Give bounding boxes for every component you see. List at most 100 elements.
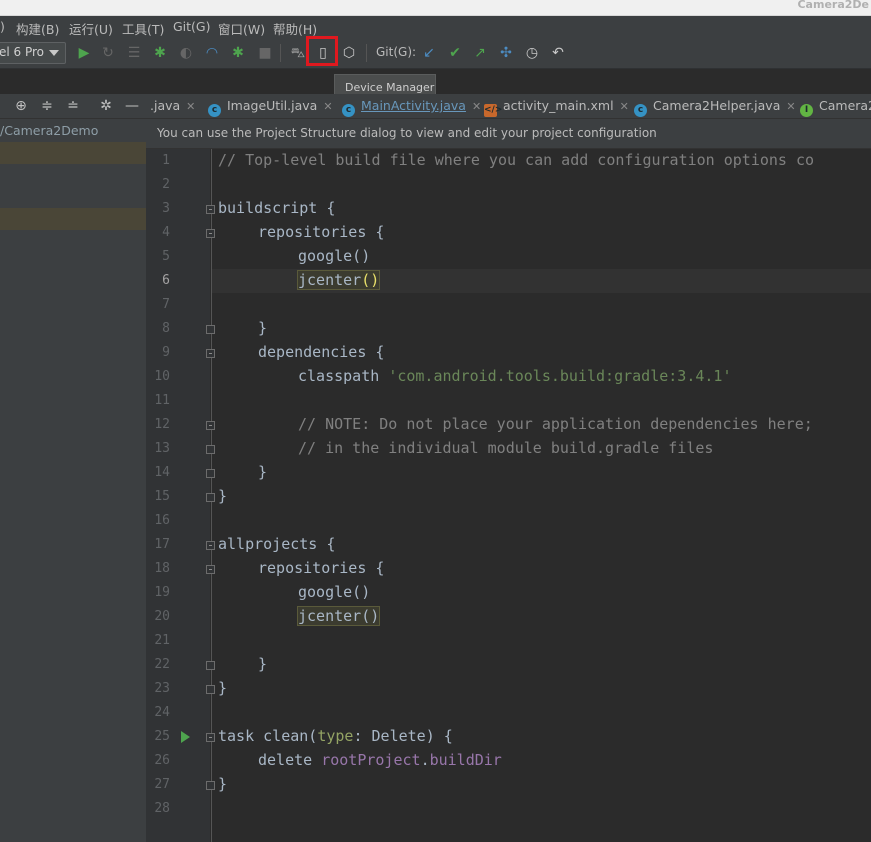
close-icon[interactable]: ✕ bbox=[323, 100, 332, 113]
code-line[interactable]: } bbox=[258, 463, 267, 481]
code-line[interactable]: } bbox=[218, 775, 227, 793]
tab-mainactivity[interactable]: c MainActivity.java ✕ bbox=[342, 98, 481, 117]
code-line[interactable]: jcenter() bbox=[296, 270, 381, 290]
line-number: 3 bbox=[162, 201, 170, 216]
menu-item-partial[interactable]: ) bbox=[0, 19, 5, 34]
line-number: 17 bbox=[154, 537, 170, 552]
code-line[interactable]: // Top-level build file where you can ad… bbox=[218, 151, 814, 169]
code-line[interactable]: } bbox=[218, 487, 227, 505]
debug-icon[interactable]: ✱ bbox=[152, 45, 168, 61]
run-gutter-icon[interactable] bbox=[181, 731, 190, 743]
line-number: 14 bbox=[154, 465, 170, 480]
code-line[interactable]: } bbox=[258, 655, 267, 673]
fold-icon[interactable] bbox=[206, 349, 215, 358]
git-compare-icon[interactable]: ✣ bbox=[498, 45, 514, 61]
apply-changes-icon[interactable]: ✱ bbox=[230, 45, 246, 61]
sync-icon[interactable]: ⛍ bbox=[290, 45, 306, 61]
tab-label: .java bbox=[150, 98, 181, 113]
tab-imageutil[interactable]: c ImageUtil.java ✕ bbox=[208, 98, 333, 117]
git-update-icon[interactable]: ↙ bbox=[421, 45, 437, 61]
code-token: 'com.android.tools.build:gradle:3.4.1' bbox=[388, 367, 732, 385]
title-bar: Camera2De bbox=[0, 0, 871, 16]
line-number: 19 bbox=[154, 585, 170, 600]
minimize-icon[interactable]: — bbox=[124, 98, 140, 114]
attach-icon[interactable]: ◠ bbox=[204, 45, 220, 61]
profile-icon[interactable]: ◐ bbox=[178, 45, 194, 61]
git-push-icon[interactable]: ↗ bbox=[472, 45, 488, 61]
code-token: ) bbox=[370, 271, 380, 289]
menu-item-window[interactable]: 窗口(W) bbox=[218, 19, 265, 38]
menu-item-git[interactable]: Git(G) bbox=[173, 19, 211, 34]
code-line[interactable]: buildscript { bbox=[218, 199, 335, 217]
code-line[interactable]: repositories { bbox=[258, 223, 384, 241]
git-rollback-icon[interactable]: ↶ bbox=[550, 45, 566, 61]
project-tree-row[interactable] bbox=[0, 208, 146, 230]
project-tree-row[interactable] bbox=[0, 142, 146, 164]
tab-activity-main[interactable]: </>activity_main.xml ✕ bbox=[484, 98, 629, 117]
fold-icon[interactable] bbox=[206, 781, 215, 790]
fold-icon[interactable] bbox=[206, 565, 215, 574]
tab-label: activity_main.xml bbox=[503, 98, 614, 113]
code-line[interactable]: allprojects { bbox=[218, 535, 335, 553]
toolbar-divider bbox=[366, 44, 367, 62]
fold-icon[interactable] bbox=[206, 493, 215, 502]
fold-icon[interactable] bbox=[206, 685, 215, 694]
tab-camera2helper[interactable]: c Camera2Helper.java ✕ bbox=[634, 98, 796, 117]
code-line[interactable]: classpath 'com.android.tools.build:gradl… bbox=[298, 367, 731, 385]
code-line[interactable]: dependencies { bbox=[258, 343, 384, 361]
run-icon[interactable]: ▶ bbox=[76, 45, 92, 61]
code-line[interactable]: } bbox=[258, 319, 267, 337]
tab-camera2[interactable]: I Camera2 bbox=[800, 98, 871, 117]
code-line[interactable]: google() bbox=[298, 583, 370, 601]
line-number: 28 bbox=[154, 801, 170, 816]
fold-icon[interactable] bbox=[206, 325, 215, 334]
sdk-manager-icon[interactable]: ⬡ bbox=[341, 45, 357, 61]
expand-all-icon[interactable]: ≑ bbox=[39, 98, 55, 114]
code-line[interactable]: jcenter() bbox=[296, 606, 381, 626]
line-number: 15 bbox=[154, 489, 170, 504]
menu-item-tools[interactable]: 工具(T) bbox=[122, 19, 164, 38]
notification-text[interactable]: You can use the Project Structure dialog… bbox=[157, 126, 657, 140]
close-icon[interactable]: ✕ bbox=[186, 100, 195, 113]
line-number: 4 bbox=[162, 225, 170, 240]
line-number: 13 bbox=[154, 441, 170, 456]
code-line[interactable]: task clean(type: Delete) { bbox=[218, 727, 453, 745]
git-history-icon[interactable]: ◷ bbox=[524, 45, 540, 61]
line-number: 26 bbox=[154, 753, 170, 768]
git-commit-icon[interactable]: ✔ bbox=[447, 45, 463, 61]
fold-icon[interactable] bbox=[206, 445, 215, 454]
rerun-icon[interactable]: ↻ bbox=[100, 45, 116, 61]
coverage-icon[interactable]: ☰ bbox=[126, 45, 142, 61]
fold-icon[interactable] bbox=[206, 229, 215, 238]
line-number: 9 bbox=[162, 345, 170, 360]
fold-icon[interactable] bbox=[206, 661, 215, 670]
device-selector[interactable]: el 6 Pro bbox=[0, 42, 66, 64]
close-icon[interactable]: ✕ bbox=[472, 100, 481, 113]
tab-label: MainActivity.java bbox=[361, 98, 466, 113]
close-icon[interactable]: ✕ bbox=[620, 100, 629, 113]
code-token: ( bbox=[361, 271, 371, 289]
code-token: type bbox=[317, 727, 354, 745]
code-token: rootProject bbox=[321, 751, 421, 769]
fold-icon[interactable] bbox=[206, 469, 215, 478]
locate-icon[interactable]: ⊕ bbox=[13, 98, 29, 114]
menu-item-run[interactable]: 运行(U) bbox=[69, 19, 113, 38]
main-toolbar: el 6 Pro ▶ ↻ ☰ ✱ ◐ ◠ ✱ ■ ⛍ ▯ ⬡ Git(G): ↙… bbox=[0, 38, 871, 69]
gear-icon[interactable]: ✲ bbox=[98, 98, 114, 114]
code-line[interactable]: } bbox=[218, 679, 227, 697]
stop-icon[interactable]: ■ bbox=[257, 45, 273, 61]
code-line[interactable]: repositories { bbox=[258, 559, 384, 577]
code-line[interactable]: // NOTE: Do not place your application d… bbox=[298, 415, 813, 433]
fold-icon[interactable] bbox=[206, 205, 215, 214]
collapse-all-icon[interactable]: ≐ bbox=[65, 98, 81, 114]
code-line[interactable]: // in the individual module build.gradle… bbox=[298, 439, 713, 457]
menu-item-build[interactable]: 构建(B) bbox=[16, 19, 59, 38]
code-token: task clean( bbox=[218, 727, 318, 745]
code-line[interactable]: google() bbox=[298, 247, 370, 265]
tab-partial-java[interactable]: .java ✕ bbox=[150, 98, 195, 116]
fold-icon[interactable] bbox=[206, 541, 215, 550]
fold-icon[interactable] bbox=[206, 733, 215, 742]
code-line[interactable]: delete rootProject.buildDir bbox=[258, 751, 502, 769]
fold-icon[interactable] bbox=[206, 421, 215, 430]
close-icon[interactable]: ✕ bbox=[786, 100, 795, 113]
